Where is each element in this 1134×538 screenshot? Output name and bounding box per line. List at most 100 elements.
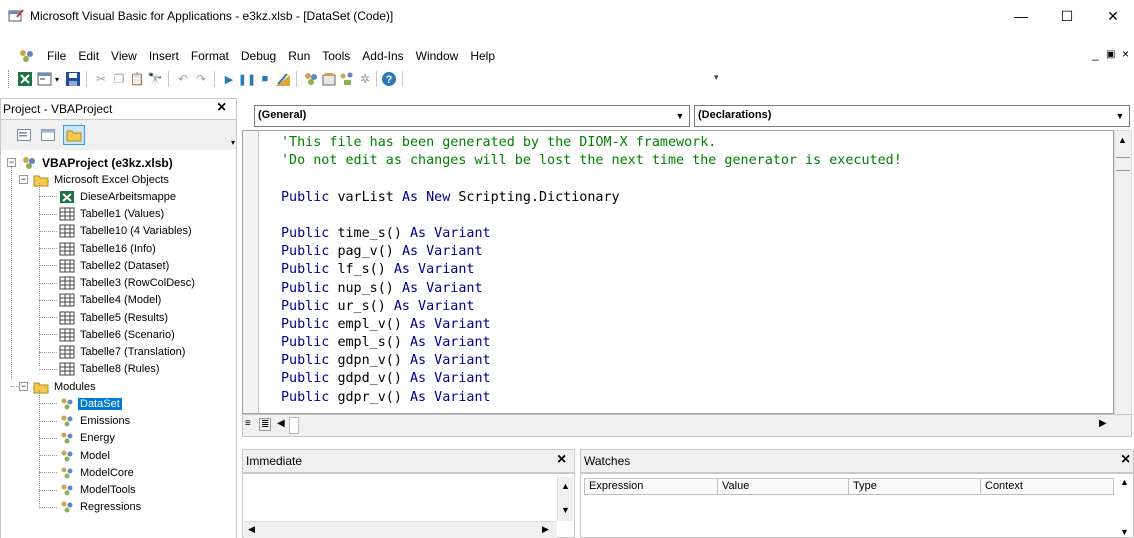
scroll-up-icon[interactable]: ▲ xyxy=(1120,477,1129,487)
tree-item-excel-object[interactable]: Tabelle16 (Info) xyxy=(59,240,158,257)
code-line[interactable]: Public lf_s() As Variant xyxy=(281,261,902,279)
vba-menu-icon[interactable] xyxy=(18,48,36,64)
tree-item-excel-object[interactable]: Tabelle3 (RowColDesc) xyxy=(59,275,197,292)
object-combo[interactable]: (General) ▼ xyxy=(254,105,690,127)
menu-window[interactable]: Window xyxy=(411,49,466,63)
menu-run[interactable]: Run xyxy=(283,49,317,63)
code-vertical-scrollbar[interactable]: ▲ ▼ xyxy=(1114,130,1132,437)
code-editor[interactable]: 'This file has been generated by the DIO… xyxy=(242,130,1114,414)
procedure-view-icon[interactable]: ≡ xyxy=(245,418,251,429)
scroll-down-icon[interactable]: ▼ xyxy=(561,505,570,515)
menu-tools[interactable]: Tools xyxy=(317,49,357,63)
watches-close-button[interactable]: × xyxy=(1121,451,1130,469)
code-line[interactable] xyxy=(281,207,902,225)
code-line[interactable]: Public ur_s() As Variant xyxy=(281,298,902,316)
code-line[interactable]: Public empl_s() As Variant xyxy=(281,334,902,352)
code-margin[interactable] xyxy=(243,131,259,413)
scroll-left-icon[interactable]: ◀ xyxy=(277,418,285,429)
maximize-button[interactable]: ☐ xyxy=(1044,0,1090,32)
help-icon[interactable]: ? xyxy=(380,70,398,88)
tree-item-module[interactable]: ModelCore xyxy=(59,464,136,481)
project-explorer-icon[interactable] xyxy=(302,70,320,88)
scroll-left-icon[interactable]: ◀ xyxy=(248,524,255,535)
code-line[interactable]: Public nup_s() As Variant xyxy=(281,280,902,298)
view-code-button[interactable] xyxy=(13,125,35,145)
immediate-vertical-scrollbar[interactable]: ▲ ▼ xyxy=(557,477,573,521)
code-line[interactable]: 'Do not edit as changes will be lost the… xyxy=(281,152,902,170)
collapse-modules-icon[interactable]: − xyxy=(19,382,28,391)
menu-insert[interactable]: Insert xyxy=(144,49,186,63)
code-line[interactable]: Public time_s() As Variant xyxy=(281,225,902,243)
menu-edit[interactable]: Edit xyxy=(73,49,106,63)
scroll-right-icon[interactable]: ▶ xyxy=(542,524,549,535)
collapse-project-icon[interactable]: − xyxy=(7,158,16,167)
insert-dropdown-icon[interactable]: ▾ xyxy=(52,70,62,88)
menu-format[interactable]: Format xyxy=(186,49,236,63)
chevron-down-icon[interactable]: ▼ xyxy=(1111,106,1129,126)
column-type[interactable]: Type xyxy=(849,478,981,495)
find-icon[interactable]: 🔭 xyxy=(146,70,164,88)
column-value[interactable]: Value xyxy=(718,478,849,495)
code-split-handle[interactable] xyxy=(1116,157,1130,171)
toolbox-icon[interactable]: ✲ xyxy=(356,70,374,88)
scroll-up-icon[interactable]: ▲ xyxy=(561,481,570,491)
immediate-close-button[interactable]: × xyxy=(557,451,566,469)
undo-icon[interactable]: ↶ xyxy=(174,70,192,88)
tree-item-excel-object[interactable]: Tabelle10 (4 Variables) xyxy=(59,223,194,240)
tree-item-module[interactable]: Emissions xyxy=(59,413,132,430)
tree-item-excel-object[interactable]: Tabelle6 (Scenario) xyxy=(59,326,177,343)
mdi-close-button[interactable]: × xyxy=(1122,47,1129,61)
code-line[interactable]: Public gdpd_v() As Variant xyxy=(281,370,902,388)
menu-add-ins[interactable]: Add-Ins xyxy=(357,49,410,63)
column-context[interactable]: Context xyxy=(981,478,1114,495)
code-line[interactable] xyxy=(281,170,902,188)
tree-item-excel-object[interactable]: Tabelle1 (Values) xyxy=(59,206,166,223)
code-line[interactable]: Public gdpn_v() As Variant xyxy=(281,352,902,370)
code-horizontal-scrollbar[interactable]: ≡ ≣ ◀ ▶ xyxy=(242,414,1132,437)
tree-item-excel-object[interactable]: Tabelle7 (Translation) xyxy=(59,344,187,361)
mdi-minimize-button[interactable]: _ xyxy=(1092,47,1099,61)
tree-item-modules[interactable]: Modules xyxy=(33,378,98,395)
tree-item-excel-objects[interactable]: Microsoft Excel Objects xyxy=(33,171,171,188)
tree-item-module[interactable]: DataSet xyxy=(59,395,122,412)
column-expression[interactable]: Expression xyxy=(584,478,718,495)
toolbar-grip[interactable] xyxy=(8,70,11,88)
tree-item-excel-object[interactable]: Tabelle5 (Results) xyxy=(59,309,170,326)
project-explorer-close-button[interactable]: × xyxy=(217,99,226,117)
menu-file[interactable]: File xyxy=(42,49,73,63)
code-line[interactable]: Public pag_v() As Variant xyxy=(281,243,902,261)
code-line[interactable]: 'This file has been generated by the DIO… xyxy=(281,134,902,152)
close-button[interactable]: ✕ xyxy=(1090,0,1134,32)
code-line[interactable]: Public varList As New Scripting.Dictiona… xyxy=(281,189,902,207)
tree-item-module[interactable]: ModelTools xyxy=(59,482,138,499)
tree-item-module[interactable]: Model xyxy=(59,447,112,464)
object-browser-icon[interactable] xyxy=(338,70,356,88)
project-toolbar-dropdown-icon[interactable]: ▾ xyxy=(231,138,235,147)
code-line[interactable]: Public gdpr_v() As Variant xyxy=(281,389,902,407)
minimize-button[interactable]: — xyxy=(998,0,1044,32)
reset-icon[interactable]: ■ xyxy=(256,70,274,88)
cut-icon[interactable]: ✂ xyxy=(92,70,110,88)
tree-item-excel-object[interactable]: Tabelle2 (Dataset) xyxy=(59,257,171,274)
tree-item-excel-object[interactable]: Tabelle4 (Model) xyxy=(59,292,163,309)
run-icon[interactable]: ▶ xyxy=(220,70,238,88)
toggle-folders-button[interactable] xyxy=(63,125,85,145)
design-mode-icon[interactable] xyxy=(274,70,292,88)
save-icon[interactable] xyxy=(64,70,82,88)
menu-help[interactable]: Help xyxy=(465,49,502,63)
mdi-restore-button[interactable]: ▣ xyxy=(1106,49,1115,60)
paste-icon[interactable]: 📋 xyxy=(128,70,146,88)
tree-item-module[interactable]: Regressions xyxy=(59,499,143,516)
code-text[interactable]: 'This file has been generated by the DIO… xyxy=(281,134,902,407)
full-module-view-icon[interactable]: ≣ xyxy=(259,418,272,431)
excel-icon[interactable] xyxy=(16,70,34,88)
chevron-down-icon[interactable]: ▼ xyxy=(671,106,689,126)
break-icon[interactable]: ❚❚ xyxy=(238,70,256,88)
immediate-horizontal-scrollbar[interactable]: ◀ ▶ xyxy=(244,521,557,538)
code-line[interactable]: Public empl_v() As Variant xyxy=(281,316,902,334)
scroll-up-icon[interactable]: ▲ xyxy=(1118,135,1127,145)
tree-item-module[interactable]: Energy xyxy=(59,430,117,447)
procedure-combo[interactable]: (Declarations) ▼ xyxy=(694,105,1130,127)
toolbar-overflow-icon[interactable]: ▾ xyxy=(714,72,722,90)
scroll-thumb[interactable] xyxy=(289,417,299,434)
